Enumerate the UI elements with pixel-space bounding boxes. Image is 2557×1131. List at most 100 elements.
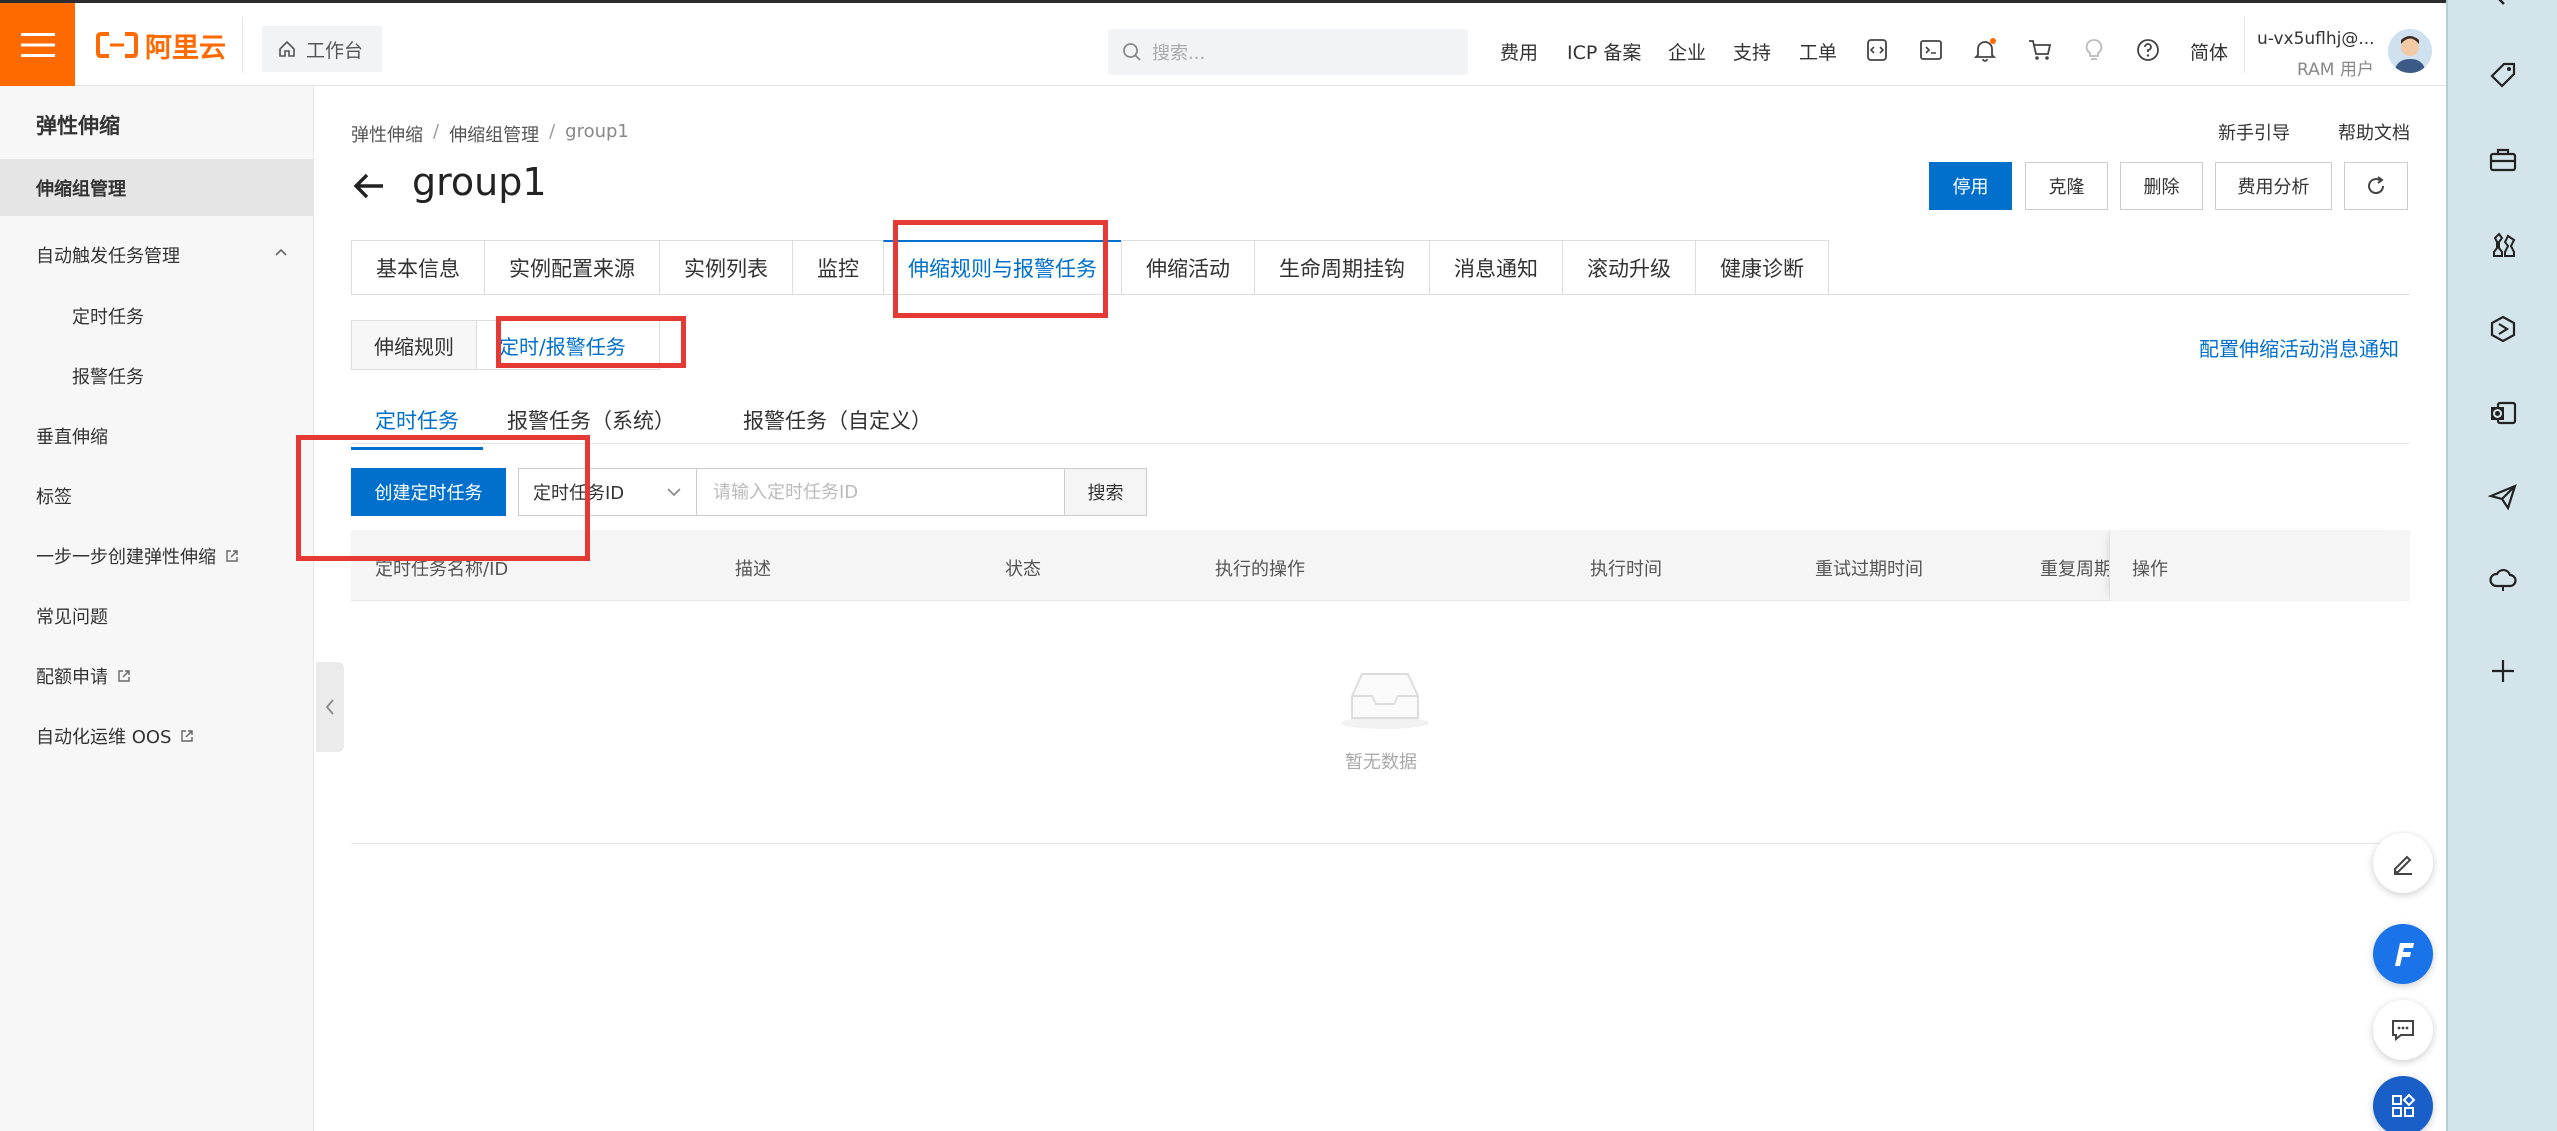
tab-notifications[interactable]: 消息通知 <box>1429 240 1562 295</box>
nav-link-support[interactable]: 支持 <box>1733 38 1771 65</box>
apps-icon <box>2392 1093 2416 1117</box>
column-header: 状态 <box>1005 559 1041 580</box>
nav-link-ticket[interactable]: 工单 <box>1799 38 1837 65</box>
tab-rolling-upgrade[interactable]: 滚动升级 <box>1562 240 1695 295</box>
search-input[interactable]: 搜索... <box>1108 29 1468 75</box>
subtab-scaling-rules[interactable]: 伸缩规则 <box>351 320 477 370</box>
sidebar-item-oos[interactable]: 自动化运维 OOS <box>0 723 314 749</box>
avatar[interactable] <box>2388 29 2432 73</box>
cart-icon[interactable] <box>2027 37 2053 63</box>
page-title: group1 <box>412 160 547 204</box>
aliyun-logo[interactable]: 阿里云 <box>95 29 226 64</box>
breadcrumb-separator: / <box>549 121 556 142</box>
divider <box>351 443 2410 444</box>
chevron-left-icon <box>325 699 334 715</box>
search-placeholder: 搜索... <box>1152 43 1206 64</box>
task-id-search-input[interactable] <box>697 468 1065 516</box>
nav-link-enterprise[interactable]: 企业 <box>1668 38 1706 65</box>
bell-icon[interactable] <box>1972 37 1998 63</box>
sidebar: 弹性伸缩 伸缩组管理 自动触发任务管理 定时任务 报警任务 垂直伸缩 标签 一步… <box>0 86 314 1131</box>
back-arrow-icon[interactable] <box>351 168 387 204</box>
aliyun-logo-icon <box>96 32 138 58</box>
tab-basic-info[interactable]: 基本信息 <box>351 240 484 295</box>
tab-health-diagnosis[interactable]: 健康诊断 <box>1695 240 1829 295</box>
pencil-icon <box>2394 855 2412 875</box>
nav-link-billing[interactable]: 费用 <box>1500 38 1538 65</box>
empty-inbox-icon <box>1341 673 1429 729</box>
arrow-icon[interactable] <box>2488 0 2518 20</box>
toolbox-icon[interactable] <box>2488 145 2518 175</box>
external-link-icon <box>226 550 238 562</box>
sidebar-item-step-by-step[interactable]: 一步一步创建弹性伸缩 <box>0 543 314 569</box>
column-header: 执行时间 <box>1590 559 1662 580</box>
home-icon <box>279 40 295 57</box>
breadcrumb-current: group1 <box>565 121 629 142</box>
search-icon <box>1123 43 1141 61</box>
clone-button[interactable]: 克隆 <box>2025 162 2108 210</box>
tab-lifecycle-hooks[interactable]: 生命周期挂钩 <box>1254 240 1429 295</box>
plus-icon[interactable] <box>2488 656 2518 686</box>
sidebar-item-alarm-task[interactable]: 报警任务 <box>0 363 314 389</box>
help-icon[interactable] <box>2135 37 2161 63</box>
column-header: 操作 <box>2132 559 2168 580</box>
edit-feedback-button[interactable] <box>2373 833 2433 893</box>
chat-icon <box>2392 1020 2414 1042</box>
sidebar-item-tags[interactable]: 标签 <box>0 483 314 509</box>
table-header: 定时任务名称/ID 描述 状态 执行的操作 执行时间 重试过期时间 重复周期 操… <box>351 530 2410 601</box>
send-icon[interactable] <box>2488 482 2518 512</box>
delete-button[interactable]: 删除 <box>2120 162 2203 210</box>
docs-link[interactable]: 帮助文档 <box>2338 119 2410 145</box>
terminal-icon[interactable] <box>1918 37 1944 63</box>
apps-button[interactable] <box>2373 1076 2433 1131</box>
tab-instance-config[interactable]: 实例配置来源 <box>484 240 659 295</box>
sidebar-item-group-management[interactable]: 伸缩组管理 <box>0 159 314 216</box>
cost-analysis-button[interactable]: 费用分析 <box>2215 162 2332 210</box>
outlook-icon[interactable] <box>2488 398 2518 428</box>
sidebar-item-scheduled-task[interactable]: 定时任务 <box>0 303 314 329</box>
breadcrumb: 弹性伸缩 / 伸缩组管理 / group1 <box>351 121 629 147</box>
sidebar-item-vertical-scaling[interactable]: 垂直伸缩 <box>0 423 314 449</box>
language-switch[interactable]: 简体 <box>2190 38 2228 65</box>
sidebar-item-quota[interactable]: 配额申请 <box>0 663 314 689</box>
external-link-icon <box>118 670 130 682</box>
column-header: 重试过期时间 <box>1815 559 1923 580</box>
workbench-button[interactable]: 工作台 <box>262 26 382 72</box>
chess-icon[interactable] <box>2488 230 2518 260</box>
config-notification-link[interactable]: 配置伸缩活动消息通知 <box>2199 333 2399 362</box>
refresh-icon <box>2368 176 2385 195</box>
breadcrumb-separator: / <box>433 121 440 142</box>
nav-link-icp[interactable]: ICP 备案 <box>1567 38 1641 65</box>
code-icon[interactable] <box>1864 37 1890 63</box>
highlight-box <box>893 220 1108 318</box>
breadcrumb-item[interactable]: 伸缩组管理 <box>449 121 539 147</box>
tabs-divider <box>351 294 2410 295</box>
lightbulb-icon[interactable] <box>2081 37 2107 63</box>
column-header: 重复周期 <box>2040 559 2109 580</box>
tab-instance-list[interactable]: 实例列表 <box>659 240 792 295</box>
tab-custom-alarm-tasks[interactable]: 报警任务（自定义） <box>719 395 956 450</box>
sidebar-item-auto-task-management[interactable]: 自动触发任务管理 <box>0 242 314 268</box>
guide-link[interactable]: 新手引导 <box>2218 119 2290 145</box>
menu-icon[interactable] <box>0 3 75 86</box>
hexagon-icon[interactable] <box>2488 314 2518 344</box>
chat-button[interactable] <box>2373 1000 2433 1060</box>
sidebar-item-faq[interactable]: 常见问题 <box>0 603 314 629</box>
assistant-button[interactable] <box>2373 924 2433 984</box>
top-nav-bar: 阿里云 工作台 搜索... 费用 ICP 备案 企业 支持 工单 简体 u-vx… <box>0 0 2446 86</box>
tab-monitor[interactable]: 监控 <box>792 240 883 295</box>
tag-icon[interactable] <box>2488 60 2518 90</box>
avatar-icon <box>2388 29 2432 73</box>
workbench-label: 工作台 <box>306 39 364 62</box>
tab-scaling-activity[interactable]: 伸缩活动 <box>1121 240 1254 295</box>
cloud-icon[interactable] <box>2488 564 2518 594</box>
user-name[interactable]: u-vx5uflhj@... <box>2257 29 2375 49</box>
stop-button[interactable]: 停用 <box>1929 162 2012 210</box>
refresh-button[interactable] <box>2344 162 2408 210</box>
column-header: 执行的操作 <box>1215 559 1305 580</box>
highlight-box <box>496 316 686 368</box>
table-divider <box>351 843 2410 844</box>
breadcrumb-item[interactable]: 弹性伸缩 <box>351 121 423 147</box>
sidebar-collapse-button[interactable] <box>316 662 344 752</box>
search-button[interactable]: 搜索 <box>1064 468 1147 516</box>
empty-text: 暂无数据 <box>1345 752 1417 773</box>
